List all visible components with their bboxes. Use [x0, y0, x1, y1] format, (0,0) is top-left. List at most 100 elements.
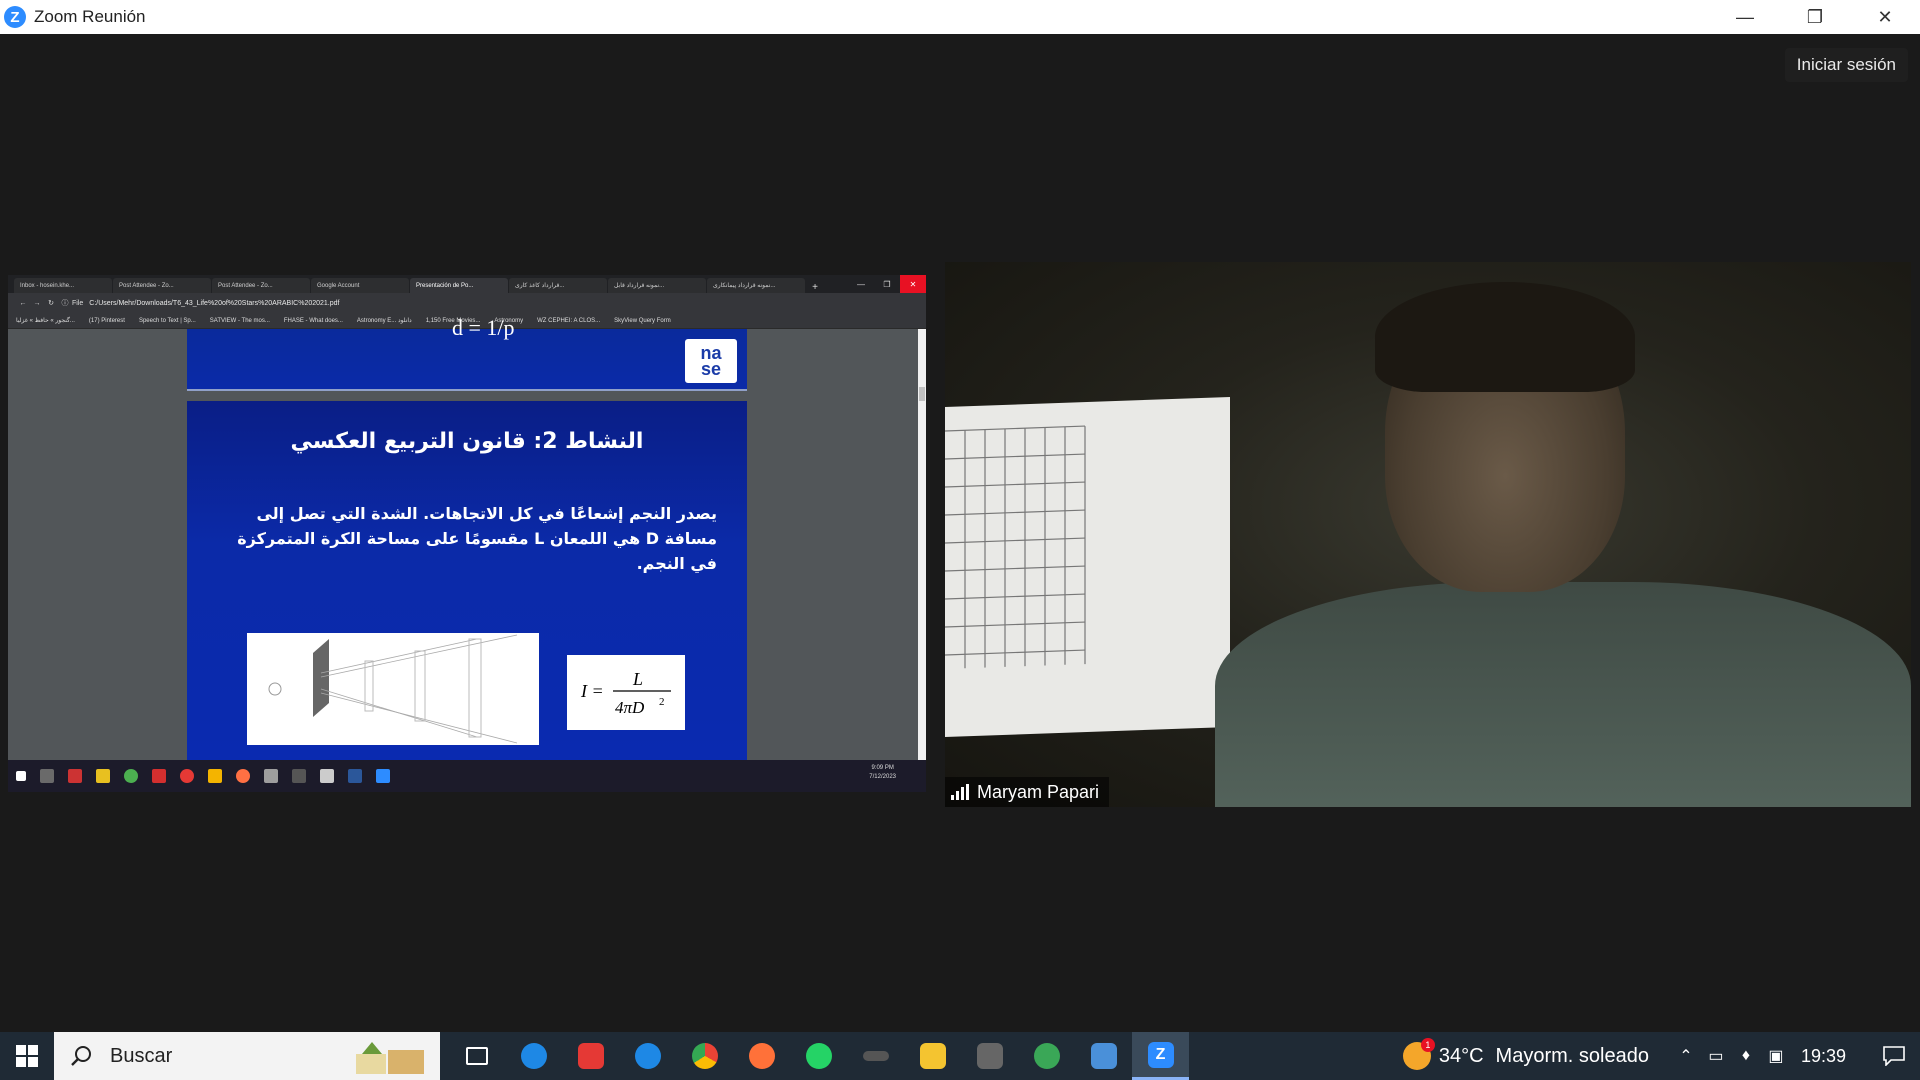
taskbar-clock[interactable]: 19:39 — [1801, 1046, 1846, 1067]
browser-tab: Inbox - hosein.khe... — [14, 278, 112, 293]
browser-tab: قرارداد کاغذ کاری... — [509, 278, 607, 293]
window-controls: — ❐ ✕ — [1710, 0, 1920, 34]
weather-badge: 1 — [1420, 1038, 1435, 1052]
minimize-button[interactable]: — — [1710, 0, 1780, 34]
firefox-icon[interactable] — [733, 1032, 790, 1080]
address-prefix: File — [72, 299, 84, 307]
bookmark: Astronomy E... دانلود — [356, 318, 412, 324]
browser-tab: Post Attendee - Zo... — [212, 278, 310, 293]
battery-icon[interactable]: ▭ — [1701, 1032, 1731, 1080]
camera-icon[interactable]: ▣ — [1761, 1032, 1791, 1080]
system-tray: 1 34°C Mayorm. soleado ⌃ ▭ ♦ ▣ 19:39 — [1402, 1032, 1920, 1080]
show-hidden-icons-icon[interactable]: ⌃ — [1671, 1032, 1701, 1080]
bookmark: گنجور » حافظ » غزلیا... — [16, 318, 75, 324]
shared-screen: Inbox - hosein.khe... Post Attendee - Zo… — [8, 275, 926, 792]
teamviewer-icon[interactable] — [619, 1032, 676, 1080]
formula-lhs: I = — [580, 681, 604, 701]
remote-app-icon — [320, 769, 334, 783]
windows-logo-icon — [16, 1045, 38, 1067]
taskbar-pinned-apps: Z — [448, 1032, 1189, 1080]
app-tray-icon[interactable]: ♦ — [1731, 1032, 1761, 1080]
app-icon[interactable] — [562, 1032, 619, 1080]
bookmark: SATVIEW - The mos... — [209, 317, 270, 324]
new-tab-icon: + — [812, 282, 818, 293]
info-icon: ⓘ — [61, 300, 69, 307]
nase-logo-text-2: se — [700, 359, 721, 379]
weather-temp: 34°C — [1438, 1044, 1484, 1067]
browser-tab: نمونه قرارداد قابل... — [608, 278, 706, 293]
remote-zoom-icon — [376, 769, 390, 783]
notifications-icon[interactable] — [1868, 1032, 1920, 1080]
remote-app-icon — [152, 769, 166, 783]
app-icon[interactable] — [1018, 1032, 1075, 1080]
search-placeholder: Buscar — [110, 1044, 173, 1067]
participant-name: Maryam Papari — [977, 781, 1100, 802]
sign-in-button[interactable]: Iniciar sesión — [1784, 48, 1908, 82]
task-view-icon[interactable] — [448, 1032, 505, 1080]
bookmark: FHASE - What does... — [283, 317, 343, 324]
forward-icon: → — [33, 299, 41, 307]
remote-opera-icon — [180, 769, 194, 783]
nase-logo: na se — [685, 339, 737, 383]
bookmark: WZ CEPHEI: A CLOS... — [537, 317, 601, 324]
inverse-square-formula: I = L 4πD 2 — [567, 655, 685, 730]
remote-word-icon — [348, 769, 362, 783]
reload-icon: ↻ — [48, 300, 54, 307]
browser-window-controls: — ❐ ✕ — [848, 275, 926, 293]
bookmark: (17) Pinterest — [88, 317, 125, 324]
pdf-viewer: d = 1/p na se النشاط 2: قانون التربيع الع… — [8, 315, 926, 760]
previous-slide: d = 1/p na se — [187, 315, 747, 391]
slide-title: النشاط 2: قانون التربيع العكسي — [290, 429, 644, 454]
app-icon[interactable] — [961, 1032, 1018, 1080]
remote-start-icon — [16, 771, 26, 781]
participant-shirt — [1215, 582, 1911, 807]
remote-app-icon — [264, 769, 278, 783]
weather-sun-icon: 1 — [1402, 1038, 1435, 1070]
browser-tab: نمونه قرارداد پیمانکاری... — [707, 278, 805, 293]
chrome-icon[interactable] — [676, 1032, 733, 1080]
search-icon — [71, 1046, 91, 1066]
remote-clock-date: 7/12/2023 — [869, 774, 896, 780]
participant-video[interactable]: Maryam Papari — [945, 262, 1911, 807]
formula-numerator: L — [632, 669, 643, 689]
formula-exponent: 2 — [659, 696, 665, 708]
title-bar: Z Zoom Reunión — ❐ ✕ — [0, 0, 1920, 34]
formula-denominator: 4πD — [615, 698, 645, 717]
search-highlight-icon — [356, 1042, 424, 1074]
whatsapp-icon[interactable] — [790, 1032, 847, 1080]
bookmark: SkyView Query Form — [614, 317, 671, 324]
remote-taskbar: 9:09 PM 7/12/2023 — [8, 760, 926, 792]
back-icon: ← — [19, 299, 27, 307]
zoom-logo-icon: Z — [4, 6, 26, 28]
remote-chrome-icon — [124, 769, 138, 783]
current-slide: النشاط 2: قانون التربيع العكسي يصدر النج… — [187, 401, 747, 760]
slide-body: يصدر النجم إشعاعًا في كل الاتجاهات. الشد… — [237, 504, 717, 573]
app-icon[interactable] — [1075, 1032, 1132, 1080]
browser-close-icon: ✕ — [900, 275, 926, 293]
app-icon[interactable] — [847, 1032, 904, 1080]
start-button[interactable] — [0, 1032, 54, 1080]
pdf-scrollbar — [918, 329, 926, 760]
file-explorer-icon[interactable] — [904, 1032, 961, 1080]
restore-button[interactable]: ❐ — [1780, 0, 1850, 34]
parallax-formula: d = 1/p — [452, 315, 515, 340]
taskbar-search-box[interactable]: Buscar — [54, 1032, 440, 1080]
address-url: C:/Users/Mehr/Downloads/T6_43_Life%20of%… — [89, 299, 340, 307]
remote-app-icon — [40, 769, 54, 783]
zoom-icon[interactable]: Z — [1132, 1032, 1189, 1080]
participant-hair — [1375, 282, 1635, 392]
close-button[interactable]: ✕ — [1850, 0, 1920, 34]
weather-text: Mayorm. soleado — [1495, 1044, 1649, 1067]
browser-tab: Post Attendee - Zo... — [113, 278, 211, 293]
browser-address-bar: ← → ↻ ⓘ File C:/Users/Mehr/Downloads/T6_… — [8, 293, 926, 313]
edge-icon[interactable] — [505, 1032, 562, 1080]
remote-app-icon — [208, 769, 222, 783]
participant-name-tag: Maryam Papari — [945, 777, 1110, 807]
browser-minimize-icon: — — [857, 279, 865, 289]
bookmark: Speech to Text | Sp... — [138, 317, 196, 324]
browser-tab-active: Presentación de Po... — [410, 278, 508, 293]
window-title: Zoom Reunión — [34, 7, 146, 26]
weather-widget[interactable]: 1 34°C Mayorm. soleado — [1402, 1038, 1649, 1070]
browser-tab-strip: Inbox - hosein.khe... Post Attendee - Zo… — [8, 275, 926, 293]
remote-clock-time: 9:09 PM — [871, 765, 894, 771]
